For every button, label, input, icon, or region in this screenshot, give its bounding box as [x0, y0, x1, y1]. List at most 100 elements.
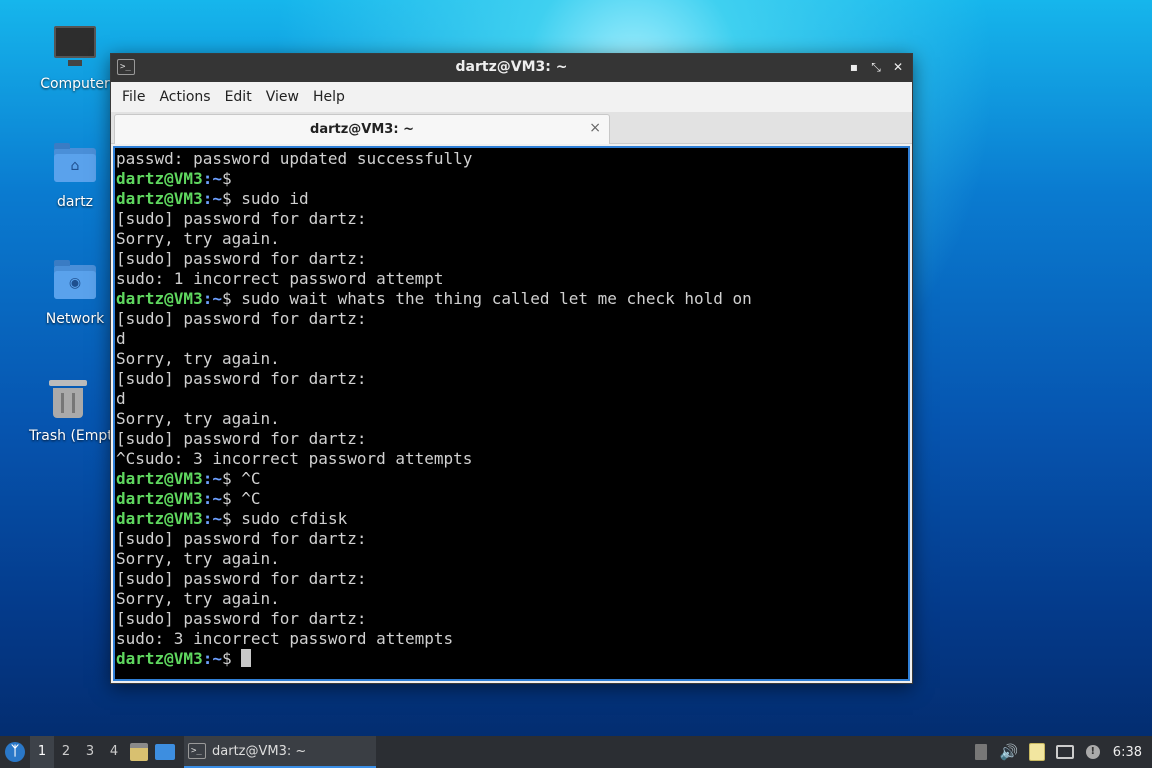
- clipboard-icon[interactable]: [1023, 736, 1051, 768]
- prompt-symbol: $: [221, 289, 232, 308]
- file-manager-icon: [155, 744, 175, 760]
- output-text: [sudo] password for dartz:: [116, 209, 367, 228]
- terminal-line: dartz@VM3:~$: [116, 649, 907, 669]
- workspace-2[interactable]: 2: [54, 736, 78, 768]
- prompt-user-host: dartz@VM3: [116, 649, 203, 668]
- command-text: ^C: [231, 489, 261, 508]
- terminal-line: Sorry, try again.: [116, 549, 907, 569]
- terminal-line: dartz@VM3:~$: [116, 169, 907, 189]
- output-text: passwd: password updated successfully: [116, 149, 473, 168]
- output-text: [sudo] password for dartz:: [116, 309, 367, 328]
- output-text: [sudo] password for dartz:: [116, 529, 367, 548]
- output-text: [sudo] password for dartz:: [116, 429, 367, 448]
- prompt-path: :~: [202, 489, 222, 508]
- updates-icon[interactable]: !: [1079, 736, 1107, 768]
- terminal-line: [sudo] password for dartz:: [116, 529, 907, 549]
- prompt-symbol: $: [221, 169, 232, 188]
- terminal-line: [sudo] password for dartz:: [116, 569, 907, 589]
- output-text: Sorry, try again.: [116, 409, 280, 428]
- window-title: dartz@VM3: ~: [455, 59, 568, 75]
- terminal-line: dartz@VM3:~$ sudo cfdisk: [116, 509, 907, 529]
- terminal-line: sudo: 3 incorrect password attempts: [116, 629, 907, 649]
- desktop-icon-label: Trash (Empty): [29, 428, 111, 444]
- terminal-line: Sorry, try again.: [116, 349, 907, 369]
- prompt-user-host: dartz@VM3: [116, 509, 203, 528]
- output-text: sudo: 3 incorrect password attempts: [116, 629, 454, 648]
- taskbar-task-terminal[interactable]: >_ dartz@VM3: ~: [184, 736, 376, 768]
- window-titlebar[interactable]: >_ dartz@VM3: ~ ▪ ⤡ ✕: [111, 54, 912, 82]
- prompt-symbol: $: [221, 489, 232, 508]
- tab-terminal[interactable]: dartz@VM3: ~ ×: [114, 114, 610, 144]
- terminal-line: [sudo] password for dartz:: [116, 309, 907, 329]
- system-tray: 🔊 ! 6:38: [967, 736, 1152, 768]
- output-text: Sorry, try again.: [116, 589, 280, 608]
- taskbar: ᛉ 1 2 3 4 >_ dartz@VM3: ~ 🔊 ! 6:38: [0, 736, 1152, 768]
- output-text: d: [116, 389, 126, 408]
- clock[interactable]: 6:38: [1107, 745, 1152, 760]
- notes-icon: [130, 743, 148, 761]
- maximize-button[interactable]: ⤡: [868, 59, 884, 75]
- terminal-icon: >_: [188, 743, 206, 759]
- distro-logo-icon: ᛉ: [5, 742, 25, 762]
- terminal-line: [sudo] password for dartz:: [116, 249, 907, 269]
- tab-label: dartz@VM3: ~: [310, 122, 414, 137]
- output-text: ^Csudo: 3 incorrect password attempts: [116, 449, 473, 468]
- prompt-user-host: dartz@VM3: [116, 169, 203, 188]
- terminal-line: [sudo] password for dartz:: [116, 369, 907, 389]
- close-button[interactable]: ✕: [890, 59, 906, 75]
- notes-launcher[interactable]: [126, 736, 152, 768]
- terminal-line: d: [116, 389, 907, 409]
- terminal-line: [sudo] password for dartz:: [116, 209, 907, 229]
- menu-edit[interactable]: Edit: [218, 89, 259, 105]
- prompt-user-host: dartz@VM3: [116, 469, 203, 488]
- prompt-symbol: $: [221, 649, 232, 668]
- menu-file[interactable]: File: [115, 89, 152, 105]
- minimize-button[interactable]: ▪: [846, 59, 862, 75]
- menu-view[interactable]: View: [259, 89, 306, 105]
- terminal-line: dartz@VM3:~$ ^C: [116, 469, 907, 489]
- output-text: [sudo] password for dartz:: [116, 569, 367, 588]
- desktop-icon-trash[interactable]: Trash (Empty): [25, 374, 111, 444]
- command-text: sudo wait whats the thing called let me …: [231, 289, 752, 308]
- output-text: Sorry, try again.: [116, 349, 280, 368]
- computer-icon: [51, 22, 99, 70]
- tab-bar: dartz@VM3: ~ ×: [111, 112, 912, 144]
- terminal-line: Sorry, try again.: [116, 229, 907, 249]
- terminal-line: dartz@VM3:~$ sudo id: [116, 189, 907, 209]
- output-text: [sudo] password for dartz:: [116, 369, 367, 388]
- workspace-1[interactable]: 1: [30, 736, 54, 768]
- output-text: Sorry, try again.: [116, 549, 280, 568]
- home-folder-icon: ⌂: [51, 140, 99, 188]
- menu-bar: File Actions Edit View Help: [111, 82, 912, 112]
- terminal-line: sudo: 1 incorrect password attempt: [116, 269, 907, 289]
- file-manager-launcher[interactable]: [152, 736, 178, 768]
- terminal-window[interactable]: >_ dartz@VM3: ~ ▪ ⤡ ✕ File Actions Edit …: [110, 53, 913, 684]
- output-text: sudo: 1 incorrect password attempt: [116, 269, 444, 288]
- prompt-symbol: $: [221, 189, 232, 208]
- prompt-path: :~: [202, 289, 222, 308]
- network-folder-icon: ◉: [51, 257, 99, 305]
- terminal-line: Sorry, try again.: [116, 589, 907, 609]
- workspace-3[interactable]: 3: [78, 736, 102, 768]
- network-icon[interactable]: [1051, 736, 1079, 768]
- terminal-line: Sorry, try again.: [116, 409, 907, 429]
- command-text: sudo cfdisk: [231, 509, 348, 528]
- volume-icon[interactable]: 🔊: [995, 736, 1023, 768]
- command-text: ^C: [231, 469, 261, 488]
- menu-help[interactable]: Help: [306, 89, 352, 105]
- prompt-path: :~: [202, 649, 222, 668]
- prompt-user-host: dartz@VM3: [116, 189, 203, 208]
- trash-icon: [44, 374, 92, 422]
- menu-actions[interactable]: Actions: [152, 89, 217, 105]
- prompt-path: :~: [202, 469, 222, 488]
- tray-device-icon[interactable]: [967, 736, 995, 768]
- task-label: dartz@VM3: ~: [212, 743, 307, 759]
- prompt-path: :~: [202, 189, 222, 208]
- terminal-output[interactable]: passwd: password updated successfully dar…: [113, 146, 910, 681]
- start-menu-button[interactable]: ᛉ: [0, 736, 30, 768]
- workspace-4[interactable]: 4: [102, 736, 126, 768]
- command-text: sudo id: [231, 189, 309, 208]
- terminal-line: d: [116, 329, 907, 349]
- terminal-line: ^Csudo: 3 incorrect password attempts: [116, 449, 907, 469]
- tab-close-icon[interactable]: ×: [589, 120, 601, 136]
